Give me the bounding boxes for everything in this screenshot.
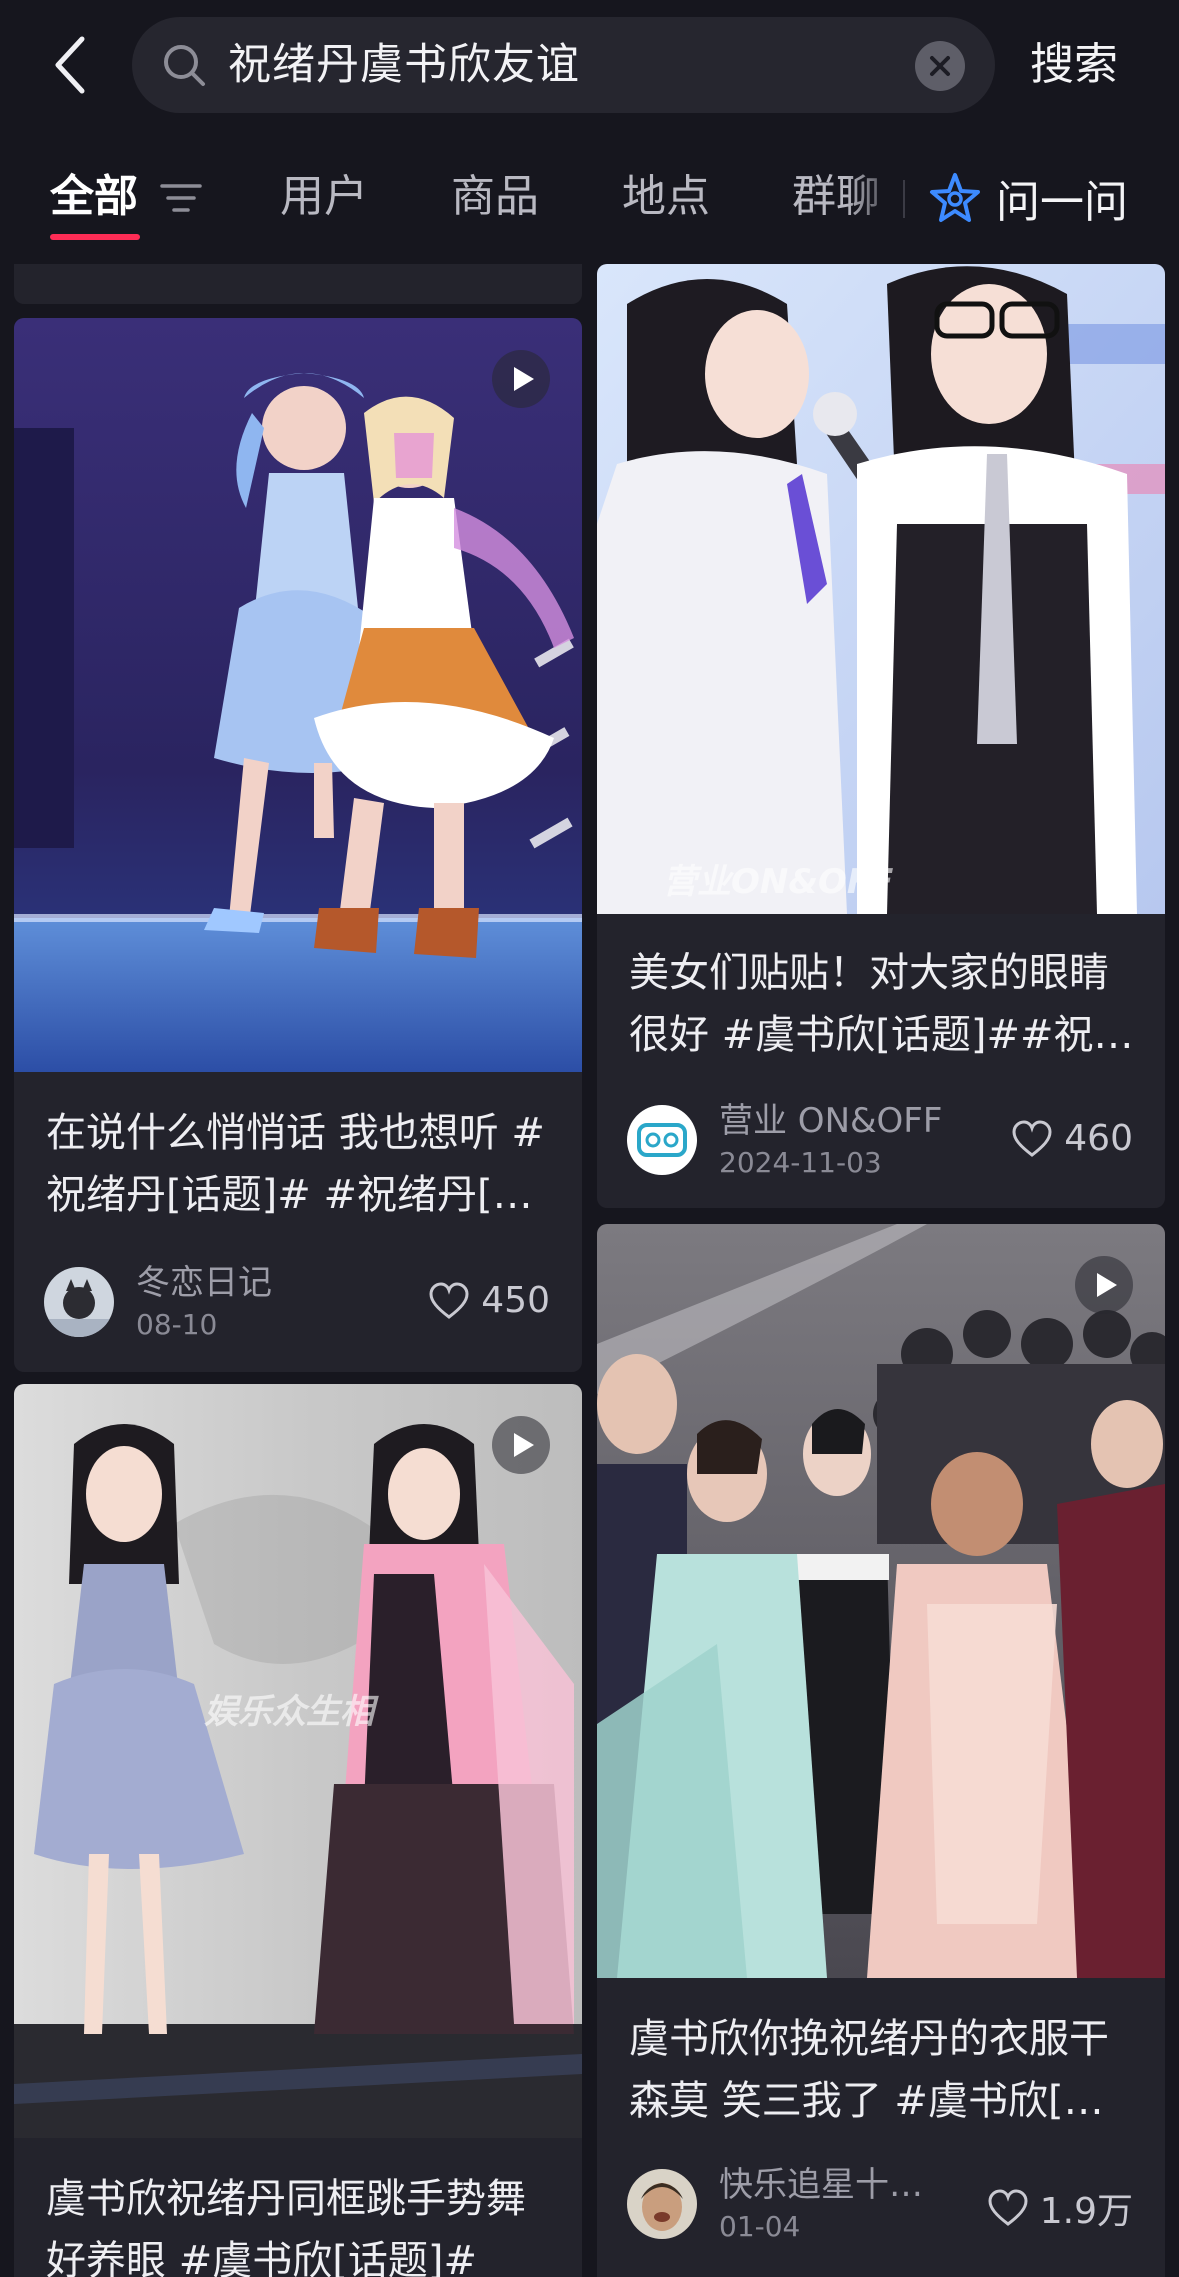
post-date: 01-04 bbox=[719, 2210, 801, 2243]
note-author[interactable]: 营业 ON&OFF 2024-11-03 bbox=[627, 1100, 942, 1180]
like-count: 450 bbox=[481, 1280, 550, 1321]
like-button[interactable]: 450 bbox=[427, 1280, 550, 1321]
post-date: 2024-11-03 bbox=[719, 1146, 882, 1179]
active-tab-indicator bbox=[50, 234, 140, 240]
image-watermark: 营业ON&OFF bbox=[663, 862, 894, 902]
note-thumbnail[interactable] bbox=[597, 1224, 1165, 1978]
avatar[interactable] bbox=[44, 1267, 114, 1337]
heart-icon bbox=[988, 2189, 1028, 2226]
search-input[interactable]: 祝绪丹虞书欣友谊 bbox=[132, 17, 995, 113]
stage-dancers-image bbox=[14, 318, 582, 1072]
like-count: 1.9万 bbox=[1039, 2191, 1133, 2232]
note-thumbnail[interactable]: 娱乐众生相 bbox=[14, 1384, 582, 2138]
note-thumbnail[interactable]: 营业ON&OFF bbox=[597, 264, 1165, 914]
clear-search-button[interactable] bbox=[915, 41, 965, 91]
play-video-icon bbox=[492, 350, 550, 408]
search-icon bbox=[164, 45, 205, 86]
close-icon bbox=[930, 56, 950, 76]
note-author[interactable]: 快乐追星十… 01-04 bbox=[627, 2164, 923, 2244]
note-title: 美女们贴贴！对大家的眼睛很好 #虞书欣[话题]##祝绪丹[话题]# bbox=[629, 950, 1134, 1058]
play-video-icon bbox=[492, 1416, 550, 1474]
sparkle-star-icon bbox=[930, 173, 980, 222]
search-results-screen: 祝绪丹虞书欣友谊 搜索 全部 用户 商品 地点 群聊 问一问 在说什么悄悄话 我… bbox=[0, 0, 1179, 2277]
note-card[interactable]: 娱乐众生相 虞书欣祝绪丹同框跳手势舞好养眼 #虞书欣[话题]# bbox=[14, 1384, 582, 2277]
ask-ai-button[interactable]: 问一问 bbox=[928, 162, 1128, 234]
back-button[interactable] bbox=[44, 30, 96, 100]
tab-divider bbox=[903, 180, 905, 218]
image-watermark: 娱乐众生相 bbox=[204, 1692, 374, 1732]
note-card[interactable]: 虞书欣你挽祝绪丹的衣服干森莫 笑三我了 #虞书欣[话题]# 快乐追星十… 01-… bbox=[597, 1224, 1165, 2277]
heart-icon bbox=[429, 1281, 469, 1319]
note-title: 虞书欣你挽祝绪丹的衣服干森莫 笑三我了 #虞书欣[话题]# bbox=[629, 2016, 1109, 2124]
tab-products[interactable]: 商品 bbox=[451, 162, 539, 232]
note-card[interactable]: 在说什么悄悄话 我也想听 #祝绪丹[话题]# #祝绪丹[话题]# 冬恋日记 08… bbox=[14, 318, 582, 1372]
note-card[interactable]: 营业ON&OFF 美女们贴贴！对大家的眼睛很好 #虞书欣[话题]##祝绪丹[话题… bbox=[597, 264, 1165, 1208]
previous-card-bottom bbox=[14, 264, 582, 304]
search-tabs: 全部 用户 商品 地点 群聊 问一问 bbox=[0, 132, 1179, 264]
red-carpet-crowd-image bbox=[597, 1224, 1165, 1978]
play-video-icon bbox=[1075, 1256, 1133, 1314]
author-name: 快乐追星十… bbox=[719, 2165, 923, 2205]
like-count: 460 bbox=[1064, 1118, 1133, 1159]
filter-icon[interactable] bbox=[158, 178, 204, 218]
stage-duo-image bbox=[14, 1384, 582, 2138]
avatar[interactable] bbox=[627, 1105, 697, 1175]
tab-all[interactable]: 全部 bbox=[50, 162, 138, 232]
note-title: 在说什么悄悄话 我也想听 #祝绪丹[话题]# #祝绪丹[话题]# bbox=[46, 1110, 545, 1218]
results-feed[interactable]: 在说什么悄悄话 我也想听 #祝绪丹[话题]# #祝绪丹[话题]# 冬恋日记 08… bbox=[0, 264, 1179, 2277]
author-name: 冬恋日记 bbox=[136, 1263, 272, 1303]
note-thumbnail[interactable] bbox=[14, 318, 582, 1072]
author-meta: 营业 ON&OFF 2024-11-03 bbox=[719, 1100, 942, 1180]
heart-icon bbox=[1012, 1119, 1052, 1157]
note-title: 虞书欣祝绪丹同框跳手势舞好养眼 #虞书欣[话题]# bbox=[46, 2176, 526, 2277]
note-author[interactable]: 冬恋日记 08-10 bbox=[44, 1262, 272, 1342]
post-date: 08-10 bbox=[136, 1308, 218, 1341]
like-button[interactable]: 460 bbox=[1010, 1118, 1133, 1159]
ask-ai-label: 问一问 bbox=[996, 177, 1128, 228]
like-button[interactable]: 1.9万 bbox=[986, 2182, 1133, 2234]
chevron-left-icon bbox=[55, 36, 85, 94]
author-meta: 快乐追星十… 01-04 bbox=[719, 2164, 923, 2244]
tab-users[interactable]: 用户 bbox=[280, 162, 368, 232]
search-submit-button[interactable]: 搜索 bbox=[1030, 30, 1118, 100]
author-name: 营业 ON&OFF bbox=[719, 1101, 943, 1141]
tab-scroll-fade bbox=[846, 162, 906, 234]
search-header: 祝绪丹虞书欣友谊 搜索 bbox=[0, 0, 1179, 132]
search-query-text[interactable]: 祝绪丹虞书欣友谊 bbox=[228, 35, 580, 95]
tab-places[interactable]: 地点 bbox=[622, 162, 710, 232]
author-meta: 冬恋日记 08-10 bbox=[136, 1262, 272, 1342]
avatar[interactable] bbox=[627, 2169, 697, 2239]
event-photo-image bbox=[597, 264, 1165, 914]
